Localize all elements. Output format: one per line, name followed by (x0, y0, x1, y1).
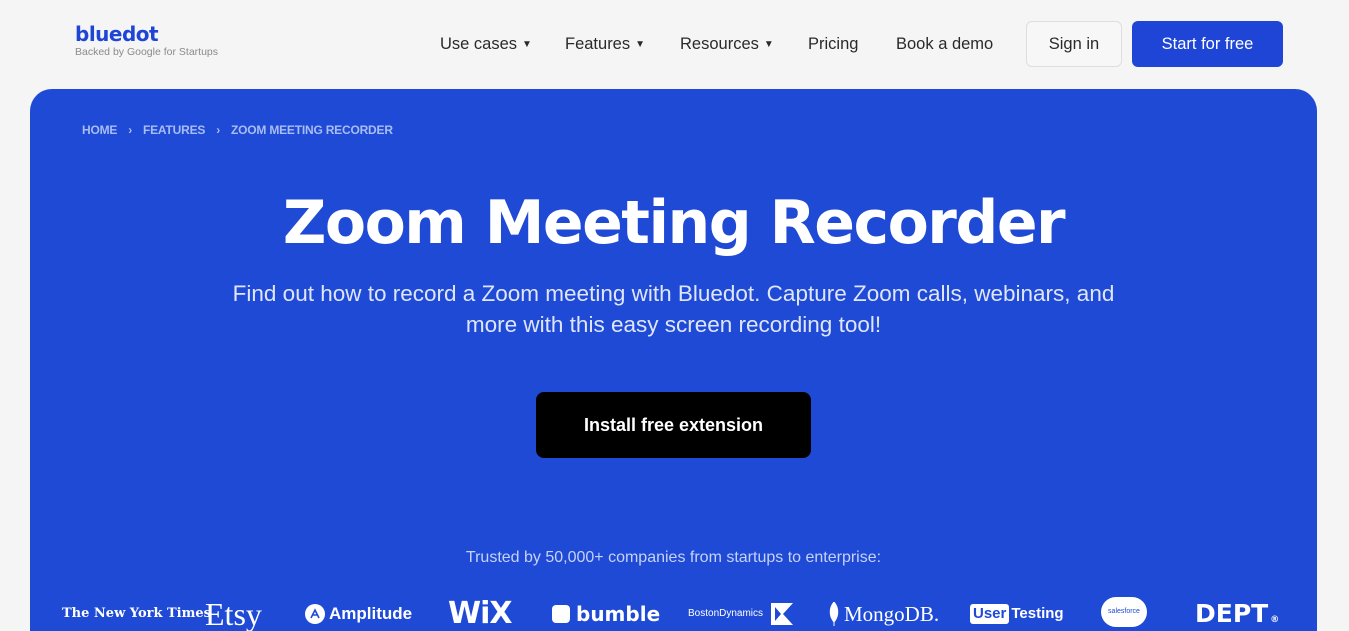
nyt-logo-text: The New York Times (62, 606, 211, 621)
chevron-right-icon: › (128, 123, 132, 137)
nyt-logo: The New York Times (62, 597, 211, 631)
nav-use-cases[interactable]: Use cases ▼ (440, 33, 532, 58)
nav-pricing-label: Pricing (808, 35, 859, 53)
usertesting-logo: User Testing (970, 597, 1064, 631)
customer-logos: The New York Times Etsy Amplitude WiX bu… (30, 597, 1317, 631)
dept-logo: DEPT ® (1195, 597, 1279, 631)
breadcrumb-home[interactable]: HOME (82, 123, 117, 137)
usertesting-logo-text: Testing (1011, 605, 1064, 622)
caret-down-icon: ▼ (763, 39, 774, 50)
hero-subtitle: Find out how to record a Zoom meeting wi… (232, 281, 1115, 337)
nav-book-demo-label: Book a demo (896, 35, 994, 53)
nav-book-demo[interactable]: Book a demo (896, 33, 993, 55)
dept-logo-text: DEPT (1195, 599, 1269, 628)
bumble-hex-icon (552, 605, 570, 623)
bumble-logo: bumble (552, 597, 660, 631)
salesforce-logo: salesforce (1101, 597, 1147, 627)
boston-dynamics-mark-icon (771, 603, 794, 625)
brand-logo[interactable]: bluedot Backed by Google for Startups (75, 23, 218, 58)
usertesting-box: User (970, 604, 1010, 624)
salesforce-cloud-icon: salesforce (1101, 597, 1147, 627)
brand-tagline: Backed by Google for Startups (75, 46, 218, 58)
amplitude-logo-text: Amplitude (329, 604, 413, 623)
site-header: bluedot Backed by Google for Startups Us… (0, 0, 1349, 89)
page-title: Zoom Meeting Recorder (282, 188, 1066, 258)
breadcrumb-current: ZOOM MEETING RECORDER (230, 123, 393, 137)
install-extension-button[interactable]: Install free extension (536, 392, 811, 458)
etsy-logo-text: Etsy (205, 596, 262, 631)
wix-logo: WiX (448, 596, 513, 631)
caret-down-icon: ▼ (635, 39, 646, 50)
boston-dynamics-logo: BostonDynamics (688, 597, 795, 631)
breadcrumb-features[interactable]: FEATURES (143, 123, 205, 137)
dept-registered-mark: ® (1270, 615, 1280, 625)
nav-use-cases-label: Use cases (440, 35, 518, 53)
nav-resources-label: Resources (680, 35, 759, 53)
bumble-logo-text: bumble (576, 602, 661, 626)
start-free-button[interactable]: Start for free (1132, 21, 1283, 67)
etsy-logo: Etsy (205, 597, 262, 631)
nav-features[interactable]: Features ▼ (565, 33, 645, 58)
breadcrumb: HOME › FEATURES › ZOOM MEETING RECORDER (82, 123, 393, 137)
mongodb-logo: MongoDB. (828, 597, 939, 631)
salesforce-logo-text: salesforce (1108, 608, 1140, 615)
hero-section: HOME › FEATURES › ZOOM MEETING RECORDER … (30, 89, 1317, 631)
trusted-by-text: Trusted by 50,000+ companies from startu… (465, 549, 882, 566)
amplitude-logo: Amplitude (305, 597, 412, 631)
sign-in-button[interactable]: Sign in (1026, 21, 1122, 67)
mongodb-leaf-icon (829, 602, 839, 626)
nav-resources[interactable]: Resources ▼ (680, 33, 774, 58)
mongodb-logo-text: MongoDB. (844, 602, 940, 626)
chevron-right-icon: › (216, 123, 220, 137)
wix-logo-text: WiX (448, 596, 513, 631)
amplitude-mark-icon (305, 604, 325, 624)
boston-dynamics-logo-text: BostonDynamics (688, 608, 764, 619)
caret-down-icon: ▼ (522, 39, 532, 50)
nav-features-label: Features (565, 35, 631, 53)
brand-name: bluedot (75, 22, 159, 46)
nav-pricing[interactable]: Pricing (808, 33, 858, 55)
